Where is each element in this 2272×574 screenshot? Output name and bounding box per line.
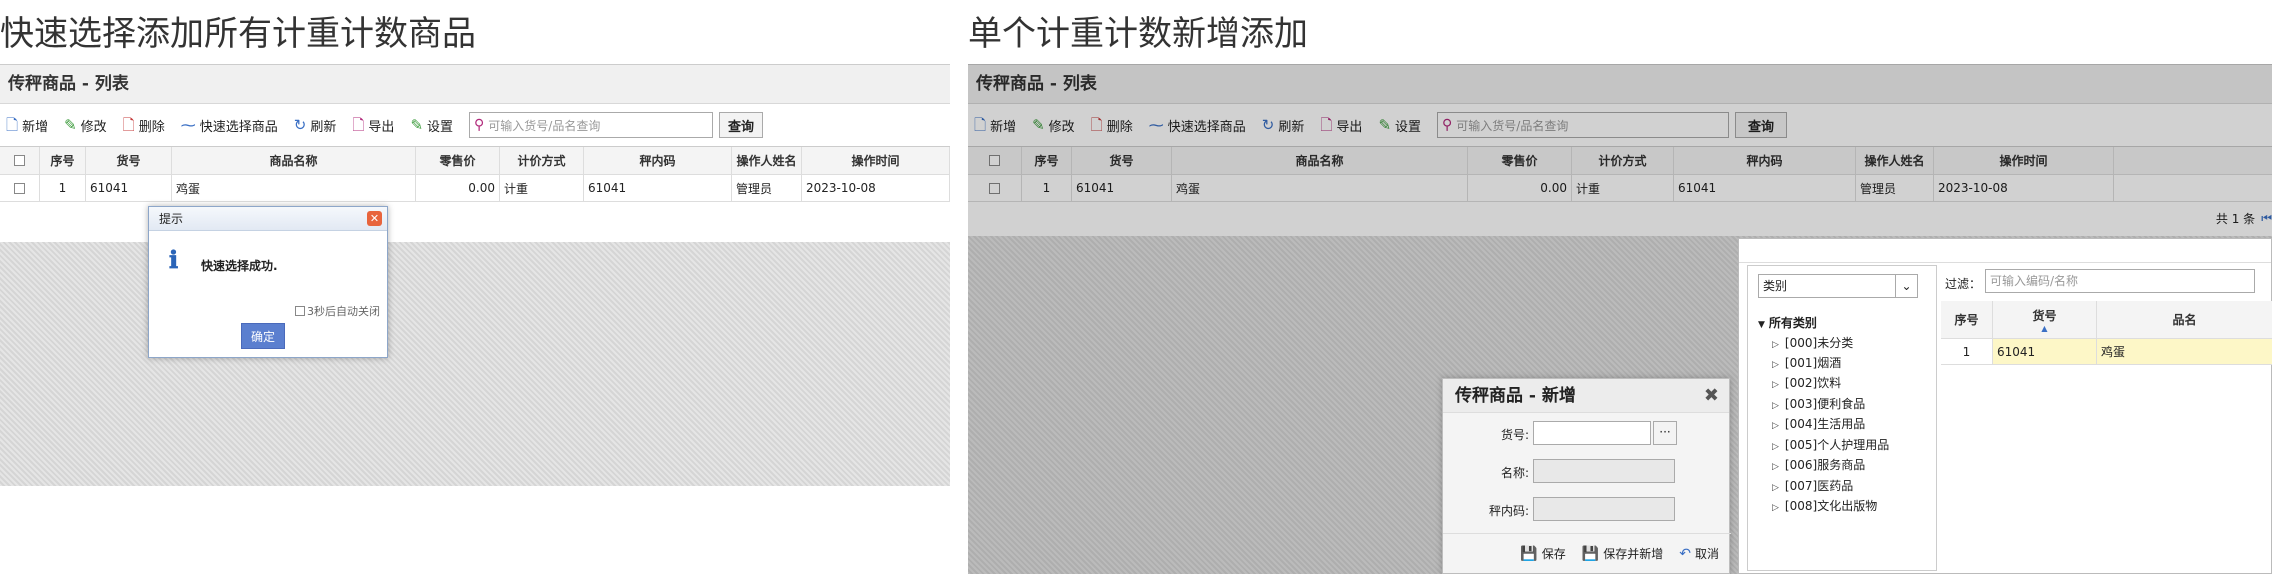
tree-item[interactable]: ▷ [006]服务商品 bbox=[1772, 456, 1865, 473]
query-button[interactable]: 查询 bbox=[719, 112, 764, 138]
scale-code-label: 秤内码: bbox=[1488, 504, 1529, 518]
save-button[interactable]: 💾 保存 bbox=[1520, 545, 1565, 562]
save-new-icon: 💾 bbox=[1581, 545, 1600, 562]
export-button[interactable]: 🗋 导出 bbox=[352, 116, 394, 135]
name-label: 名称: bbox=[1500, 466, 1529, 480]
close-icon[interactable]: ✕ bbox=[367, 211, 382, 226]
tip-dialog: 提示 ✕ ℹ 快速选择成功. 3秒后自动关闭 确定 bbox=[148, 206, 388, 358]
auto-close-checkbox[interactable] bbox=[295, 306, 305, 316]
name-input[interactable] bbox=[1533, 459, 1675, 483]
picker-table: 序号 货号 ▲ 品名 1 61041 鸡蛋 bbox=[1941, 301, 2272, 365]
tree-item[interactable]: ▷ [002]饮料 bbox=[1772, 374, 1841, 391]
filter-label: 过滤： bbox=[1945, 277, 1982, 291]
collapsed-icon: ▷ bbox=[1772, 360, 1779, 370]
picker-table-header: 序号 货号 ▲ 品名 bbox=[1941, 301, 2272, 339]
left-caption: 快速选择添加所有计重计数商品 bbox=[0, 14, 476, 54]
undo-icon: ↶ bbox=[1679, 545, 1691, 562]
scale-code-input[interactable] bbox=[1533, 497, 1675, 521]
edit-icon: ✎ bbox=[64, 115, 77, 134]
info-icon: ℹ bbox=[169, 245, 179, 274]
refresh-icon: ↻ bbox=[293, 115, 307, 134]
panel-title: 传秤商品 - 列表 bbox=[0, 64, 950, 104]
tree-item[interactable]: ▷ [007]医药品 bbox=[1772, 477, 1853, 494]
right-screenshot: 传秤商品 - 列表 🗋 新增 ✎ 修改 🗋 删除 ⁓ 快速选择商品 ↻ 刷新 🗋 导出 ✎ 设… bbox=[968, 64, 2272, 574]
save-icon: 💾 bbox=[1520, 545, 1538, 562]
tree-item[interactable]: ▷ [003]便利食品 bbox=[1772, 395, 1865, 412]
toolbar: 🗋 新增 ✎ 修改 🗋 删除 ⁓ 快速选择商品 ↻ 刷新 🗋 导出 ✎ 设置 ⚲ 可输入货号/品… bbox=[0, 104, 950, 146]
tip-message: 快速选择成功. bbox=[201, 259, 278, 273]
category-tree: 类别 ⌄ ▼ 所有类别 ▷ [000]未分类 ▷ [001]烟酒 ▷ [002]饮料 ▷[… bbox=[1747, 265, 1937, 571]
expanded-icon: ▼ bbox=[1758, 320, 1765, 330]
code-input[interactable] bbox=[1533, 421, 1651, 445]
left-screenshot: 传秤商品 - 列表 🗋 新增 ✎ 修改 🗋 删除 ⁓ 快速选择商品 ↻ 刷新 🗋 导出 ✎ 设… bbox=[0, 64, 950, 574]
collapsed-icon: ▷ bbox=[1772, 483, 1779, 493]
export-icon: 🗋 bbox=[352, 115, 365, 134]
tree-item[interactable]: ▷ [000]未分类 bbox=[1772, 334, 1853, 351]
collapsed-icon: ▷ bbox=[1772, 462, 1779, 472]
cancel-button[interactable]: ↶ 取消 bbox=[1679, 545, 1719, 562]
table-row[interactable]: 1 61041 鸡蛋 bbox=[1941, 339, 2272, 365]
quick-select-button[interactable]: ⁓ 快速选择商品 bbox=[181, 116, 278, 135]
dialog-title: 传秤商品 - 新增 bbox=[1455, 386, 1576, 406]
add-goods-dialog: 传秤商品 - 新增 ✖ 货号: ··· 名称: 秤内码: 💾 保存 💾 保存并新增 ↶… bbox=[1442, 378, 1731, 574]
save-and-new-button[interactable]: 💾 保存并新增 bbox=[1582, 545, 1663, 562]
right-caption: 单个计重计数新增添加 bbox=[968, 14, 1308, 54]
collapsed-icon: ▷ bbox=[1772, 442, 1779, 452]
delete-icon: 🗋 bbox=[122, 115, 135, 134]
goods-picker-dialog: 类别 ⌄ ▼ 所有类别 ▷ [000]未分类 ▷ [001]烟酒 ▷ [002]饮料 ▷[… bbox=[1738, 238, 2272, 574]
table-row[interactable]: 1 61041 鸡蛋 0.00 计重 61041 管理员 2023-10-08 bbox=[0, 175, 950, 202]
settings-button[interactable]: ✎ 设置 bbox=[410, 116, 453, 135]
more-icon[interactable]: ··· bbox=[1653, 421, 1677, 445]
ok-button[interactable]: 确定 bbox=[241, 323, 285, 349]
edit-button[interactable]: ✎ 修改 bbox=[64, 116, 107, 135]
auto-close-option[interactable]: 3秒后自动关闭 bbox=[295, 303, 380, 319]
tree-item[interactable]: ▷ [001]烟酒 bbox=[1772, 354, 1841, 371]
table-header: 序号 货号 商品名称 零售价 计价方式 秤内码 操作人姓名 操作时间 bbox=[0, 147, 950, 175]
search-input[interactable]: ⚲ 可输入货号/品名查询 bbox=[469, 112, 714, 138]
search-icon: ⚲ bbox=[474, 117, 485, 133]
category-select[interactable]: 类别 ⌄ bbox=[1758, 274, 1918, 298]
empty-grid-area bbox=[0, 242, 950, 486]
quick-select-icon: ⁓ bbox=[180, 115, 196, 134]
refresh-button[interactable]: ↻ 刷新 bbox=[294, 116, 337, 135]
close-icon[interactable]: ✖ bbox=[1704, 379, 1719, 413]
goods-table: 序号 货号 商品名称 零售价 计价方式 秤内码 操作人姓名 操作时间 1 610… bbox=[0, 146, 950, 202]
filter-input[interactable]: 可输入编码/名称 bbox=[1985, 269, 2255, 293]
add-icon: 🗋 bbox=[6, 115, 19, 134]
collapsed-icon: ▷ bbox=[1772, 340, 1779, 350]
select-all-checkbox[interactable] bbox=[14, 155, 25, 166]
chevron-down-icon: ⌄ bbox=[1895, 275, 1917, 297]
collapsed-icon: ▷ bbox=[1772, 503, 1779, 513]
collapsed-icon: ▷ bbox=[1772, 421, 1779, 431]
row-checkbox[interactable] bbox=[14, 182, 25, 194]
tree-item[interactable]: ▷ [004]生活用品 bbox=[1772, 415, 1865, 432]
tip-title: 提示 bbox=[159, 212, 184, 226]
tree-item[interactable]: ▷ [008]文化出版物 bbox=[1772, 497, 1877, 514]
tree-item[interactable]: ▷ [005]个人护理用品 bbox=[1772, 436, 1889, 453]
collapsed-icon: ▷ bbox=[1772, 401, 1779, 411]
collapsed-icon: ▷ bbox=[1772, 380, 1779, 390]
settings-icon: ✎ bbox=[410, 115, 424, 134]
code-label: 货号: bbox=[1500, 428, 1529, 442]
add-button[interactable]: 🗋 新增 bbox=[6, 116, 48, 135]
delete-button[interactable]: 🗋 删除 bbox=[123, 116, 165, 135]
sort-asc-icon: ▲ bbox=[2041, 323, 2048, 333]
tree-root[interactable]: ▼ 所有类别 bbox=[1758, 314, 1817, 331]
